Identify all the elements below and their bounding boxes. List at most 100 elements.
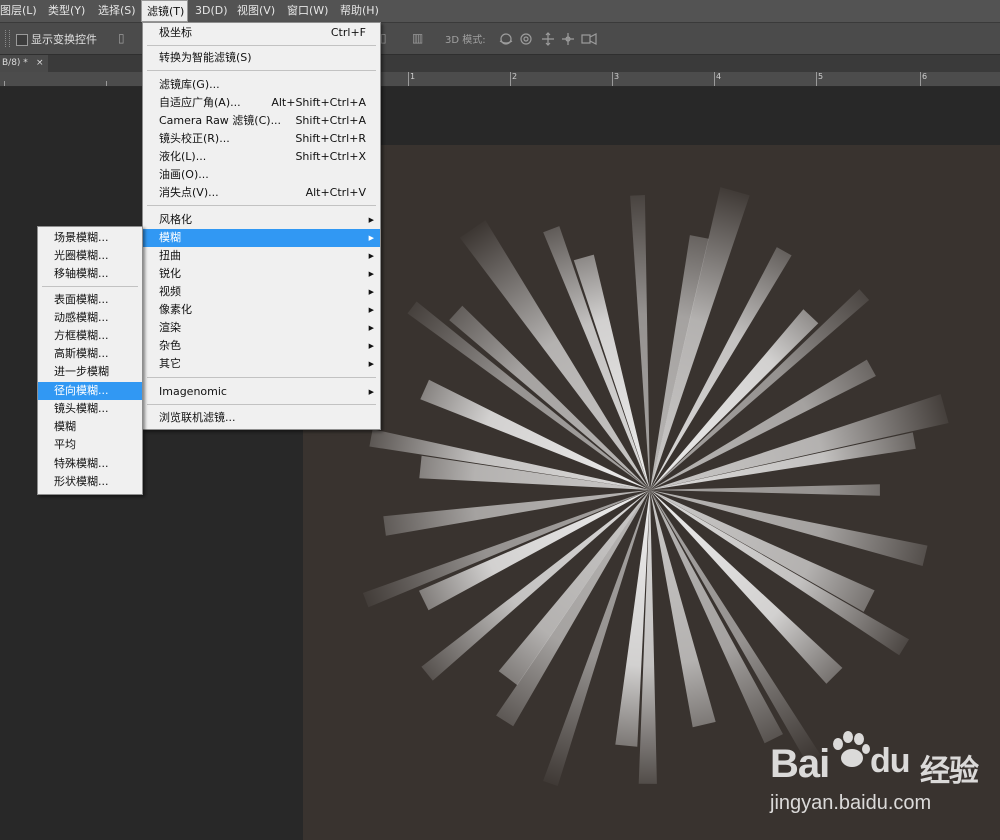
radial-burst-artwork [362, 187, 949, 786]
toolbar-grip[interactable] [5, 30, 10, 47]
menu-item-camera-raw[interactable]: Camera Raw 滤镜(C)... Shift+Ctrl+A [143, 112, 380, 130]
menu-item-label: 锐化 [159, 267, 181, 280]
menu-select[interactable]: 选择(S) [98, 0, 138, 22]
menu-item-browse-filters-online[interactable]: 浏览联机滤镜... [143, 409, 380, 427]
submenu-item-shape-blur[interactable]: 形状模糊... [38, 473, 142, 491]
menu-window[interactable]: 窗口(W) [287, 0, 329, 22]
menu-item-shortcut: Shift+Ctrl+A [295, 114, 366, 127]
menu-type[interactable]: 类型(Y) [48, 0, 88, 22]
menu-item-label: 扭曲 [159, 249, 181, 262]
submenu-item-lens-blur[interactable]: 镜头模糊... [38, 400, 142, 418]
menu-item-imagenomic[interactable]: Imagenomic ▶ [143, 383, 380, 401]
submenu-item-motion-blur[interactable]: 动感模糊... [38, 309, 142, 327]
menu-item-pixelate[interactable]: 像素化 ▶ [143, 301, 380, 319]
3d-pan-icon[interactable] [542, 32, 554, 46]
menu-item-liquify[interactable]: 液化(L)... Shift+Ctrl+X [143, 148, 380, 166]
align-left-icon[interactable]: ▯ [118, 31, 125, 45]
menu-3d[interactable]: 3D(D) [195, 0, 230, 22]
menu-item-sharpen[interactable]: 锐化 ▶ [143, 265, 380, 283]
document-canvas[interactable] [303, 145, 1000, 840]
menu-item-video[interactable]: 视频 ▶ [143, 283, 380, 301]
menu-layer[interactable]: 图层(L) [0, 0, 38, 22]
submenu-item-blur-more[interactable]: 进一步模糊 [38, 363, 142, 381]
ruler-tick-label: 5 [818, 72, 824, 81]
document-tab[interactable]: B/8) * × [0, 55, 48, 72]
ruler-tick-label: 1 [410, 72, 416, 81]
menu-item-other[interactable]: 其它 ▶ [143, 355, 380, 373]
menu-item-oil-paint[interactable]: 油画(O)... [143, 166, 380, 184]
menu-item-label: 进一步模糊 [54, 365, 109, 378]
distribute-icon[interactable]: ▥ [412, 31, 423, 45]
watermark-brand-du: du [870, 742, 911, 780]
menu-item-shortcut: Ctrl+F [330, 26, 366, 39]
submenu-item-radial-blur[interactable]: 径向模糊... [38, 382, 142, 400]
menu-item-label: 镜头校正(R)... [159, 132, 230, 145]
menu-item-distort[interactable]: 扭曲 ▶ [143, 247, 380, 265]
menu-filter[interactable]: 滤镜(T) [141, 0, 188, 22]
menu-item-stylize[interactable]: 风格化 ▶ [143, 211, 380, 229]
document-tab-title: B/8) * [2, 58, 28, 68]
watermark-brand-cn: 经验 [920, 755, 979, 788]
menu-item-filter-gallery[interactable]: 滤镜库(G)... [143, 76, 380, 94]
3d-slide-icon[interactable] [562, 33, 574, 45]
3d-roll-icon[interactable] [520, 33, 532, 45]
menu-item-lens-correction[interactable]: 镜头校正(R)... Shift+Ctrl+R [143, 130, 380, 148]
menu-item-blur[interactable]: 模糊 ▶ [143, 229, 380, 247]
menu-item-convert-smart-filter[interactable]: 转换为智能滤镜(S) [143, 49, 380, 67]
menu-separator [147, 70, 376, 71]
3d-scale-icon[interactable] [581, 33, 597, 45]
ruler-tick-label: 6 [922, 72, 928, 81]
light-ray [650, 490, 875, 612]
menu-item-label: 风格化 [159, 213, 192, 226]
submenu-item-smart-blur[interactable]: 特殊模糊... [38, 455, 142, 473]
menu-view[interactable]: 视图(V) [237, 0, 277, 22]
light-ray [650, 432, 916, 490]
menu-item-label: 场景模糊... [54, 231, 109, 244]
submenu-arrow-icon: ▶ [368, 288, 374, 296]
submenu-arrow-icon: ▶ [368, 342, 374, 350]
menu-item-label: 模糊 [54, 420, 76, 433]
submenu-item-iris-blur[interactable]: 光圈模糊... [38, 247, 142, 265]
light-ray [383, 490, 650, 536]
submenu-arrow-icon: ▶ [368, 216, 374, 224]
baidu-jingyan-watermark: Bai du 经验 jingyan.baidu.com [770, 731, 1000, 828]
close-tab-icon[interactable]: × [36, 55, 44, 72]
menu-help[interactable]: 帮助(H) [340, 0, 382, 22]
menu-item-label: 极坐标 [159, 26, 192, 39]
submenu-arrow-icon: ▶ [368, 252, 374, 260]
paw-logo-icon [833, 731, 870, 767]
menu-item-label: 杂色 [159, 339, 181, 352]
submenu-item-box-blur[interactable]: 方框模糊... [38, 327, 142, 345]
menu-item-noise[interactable]: 杂色 ▶ [143, 337, 380, 355]
menu-item-label: 模糊 [159, 231, 181, 244]
menu-separator [147, 205, 376, 206]
menu-item-label: 平均 [54, 438, 76, 451]
submenu-item-field-blur[interactable]: 场景模糊... [38, 229, 142, 247]
show-transform-controls-label: 显示变换控件 [31, 33, 97, 46]
submenu-item-blur[interactable]: 模糊 [38, 418, 142, 436]
submenu-item-gaussian-blur[interactable]: 高斯模糊... [38, 345, 142, 363]
menu-item-shortcut: Shift+Ctrl+X [295, 150, 366, 163]
ruler-tick-mark [4, 81, 5, 86]
submenu-arrow-icon: ▶ [368, 388, 374, 396]
submenu-arrow-icon: ▶ [368, 270, 374, 278]
3d-rotate-icon[interactable] [499, 33, 513, 45]
submenu-item-surface-blur[interactable]: 表面模糊... [38, 291, 142, 309]
ruler-tick-mark [510, 72, 511, 86]
menu-item-polar-coordinates[interactable]: 极坐标 Ctrl+F [143, 24, 380, 42]
filter-menu: 极坐标 Ctrl+F 转换为智能滤镜(S) 滤镜库(G)... 自适应广角(A).… [142, 22, 381, 430]
submenu-item-tilt-shift[interactable]: 移轴模糊... [38, 265, 142, 283]
menu-item-label: 浏览联机滤镜... [159, 411, 236, 424]
menu-item-render[interactable]: 渲染 ▶ [143, 319, 380, 337]
menu-item-label: 滤镜库(G)... [159, 78, 220, 91]
3d-mode-tools [499, 32, 597, 46]
ruler-tick-mark [816, 72, 817, 86]
submenu-arrow-icon: ▶ [368, 234, 374, 242]
menu-item-adaptive-wide-angle[interactable]: 自适应广角(A)... Alt+Shift+Ctrl+A [143, 94, 380, 112]
3d-mode-label: 3D 模式: [445, 35, 486, 46]
blur-submenu: 场景模糊... 光圈模糊... 移轴模糊... 表面模糊... 动感模糊... … [37, 226, 143, 495]
menu-item-vanishing-point[interactable]: 消失点(V)... Alt+Ctrl+V [143, 184, 380, 202]
menu-separator [147, 45, 376, 46]
submenu-item-average[interactable]: 平均 [38, 436, 142, 454]
show-transform-controls-checkbox[interactable] [16, 34, 28, 46]
